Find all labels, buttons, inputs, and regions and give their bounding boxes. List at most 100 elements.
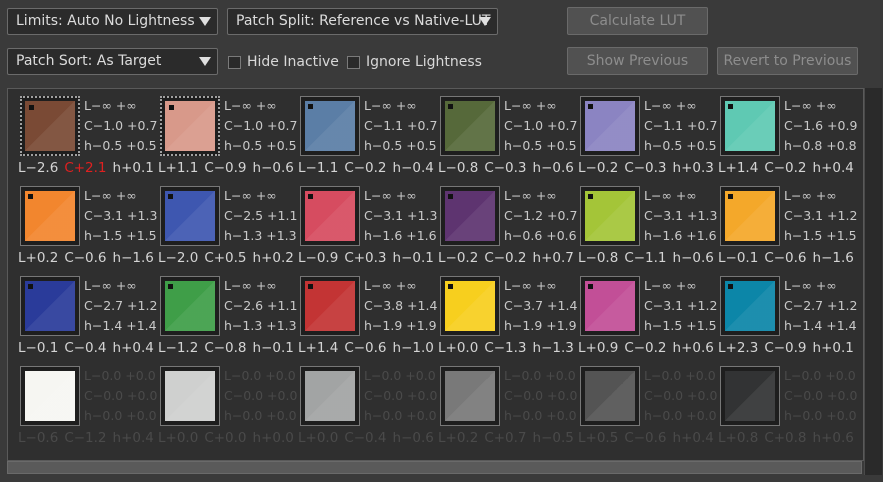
patch-swatch-frame[interactable]: [440, 96, 500, 156]
patch-delta-h: h−0.6: [392, 430, 434, 446]
patch-swatch-frame[interactable]: [580, 96, 640, 156]
patch-delta-row: L−0.2 C−0.3 h+0.3: [578, 160, 720, 176]
patch-cell[interactable]: L−0.0 +0.0 C−0.0 +0.0 h−0.0 +0.0 L+0.2 C+0.7…: [438, 366, 578, 454]
patch-limit-c: C−1.0 +0.7: [224, 118, 298, 133]
patch-split-dropdown-label: Patch Split: Reference vs Native-LUT: [236, 13, 491, 29]
patch-limit-l: L−0.0 +0.0: [644, 368, 716, 383]
patch-delta-l: L−0.6: [18, 430, 59, 446]
patch-cell[interactable]: L−∞ +∞ C−1.6 +0.9 h−0.8 +0.8 L+1.4 C−0.2 h+0.…: [718, 96, 858, 184]
patch-delta-h: h−0.5: [532, 430, 574, 446]
patch-marker-icon: [448, 104, 453, 109]
patch-cell[interactable]: L−∞ +∞ C−1.0 +0.7 h−0.5 +0.5 L−0.8 C−0.3 h−0.…: [438, 96, 578, 184]
patch-cell[interactable]: L−0.0 +0.0 C−0.0 +0.0 h−0.0 +0.0 L+0.5 C−0.6…: [578, 366, 718, 454]
patch-delta-row: L+1.1 C−0.9 h−0.6: [158, 160, 300, 176]
vertical-scrollbar[interactable]: [864, 88, 882, 475]
checkbox-box[interactable]: [228, 55, 241, 69]
patch-marker-icon: [588, 284, 593, 289]
patch-swatch-frame[interactable]: [440, 276, 500, 336]
show-previous-button[interactable]: Show Previous: [567, 47, 708, 75]
patch-swatch-frame[interactable]: [720, 96, 780, 156]
patch-sort-dropdown[interactable]: Patch Sort: As Target: [7, 48, 218, 75]
patch-cell[interactable]: L−∞ +∞ C−2.6 +1.1 h−1.3 +1.3 L−1.2 C−0.8 h−0.…: [158, 276, 298, 364]
patch-delta-h: h−0.6: [672, 250, 714, 266]
patch-cell[interactable]: L−∞ +∞ C−1.1 +0.7 h−0.5 +0.5 L−1.1 C−0.2 h−0.…: [298, 96, 438, 184]
patch-swatch-frame[interactable]: [20, 186, 80, 246]
calculate-lut-button[interactable]: Calculate LUT: [567, 7, 708, 35]
patch-limit-h: h−0.0 +0.0: [364, 408, 437, 423]
patch-delta-c: C−0.4: [64, 340, 107, 356]
patch-swatch-frame[interactable]: [440, 186, 500, 246]
patch-delta-row: L−0.8 C−0.3 h−0.6: [438, 160, 580, 176]
chevron-down-icon: [479, 17, 491, 26]
ignore-lightness-checkbox[interactable]: Ignore Lightness: [347, 54, 482, 70]
patch-limit-c: C−3.1 +1.2: [784, 208, 858, 223]
limits-dropdown[interactable]: Limits: Auto No Lightness: [7, 8, 218, 35]
patch-limit-l: L−∞ +∞: [84, 278, 137, 293]
patch-swatch-frame[interactable]: [720, 366, 780, 426]
patch-marker-icon: [29, 105, 34, 110]
patch-swatch-frame[interactable]: [160, 276, 220, 336]
patch-cell[interactable]: L−∞ +∞ C−3.1 +1.3 h−1.5 +1.5 L+0.2 C−0.6 h−1.…: [18, 186, 158, 274]
patch-delta-c: C+0.7: [484, 430, 527, 446]
patch-swatch-frame[interactable]: [720, 276, 780, 336]
patch-swatch-frame[interactable]: [300, 186, 360, 246]
patch-limit-l: L−∞ +∞: [504, 188, 557, 203]
patch-swatch-frame[interactable]: [300, 96, 360, 156]
checkbox-box[interactable]: [347, 55, 360, 69]
patch-swatch-frame[interactable]: [440, 366, 500, 426]
revert-to-previous-button[interactable]: Revert to Previous: [717, 47, 858, 75]
patch-swatch-frame[interactable]: [580, 366, 640, 426]
patch-cell[interactable]: L−∞ +∞ C−3.8 +1.4 h−1.9 +1.9 L+1.4 C−0.6 h−1.…: [298, 276, 438, 364]
patch-cell[interactable]: L−∞ +∞ C−1.1 +0.7 h−0.5 +0.5 L−0.2 C−0.3 h+0.…: [578, 96, 718, 184]
patch-cell[interactable]: L−0.0 +0.0 C−0.0 +0.0 h−0.0 +0.0 L−0.6 C−1.2…: [18, 366, 158, 454]
patch-cell[interactable]: L−0.0 +0.0 C−0.0 +0.0 h−0.0 +0.0 L+0.0 C+0.0…: [158, 366, 298, 454]
patch-cell[interactable]: L−∞ +∞ C−3.1 +1.3 h−1.6 +1.6 L−0.9 C+0.3 h−0.…: [298, 186, 438, 274]
patch-swatch-frame[interactable]: [580, 276, 640, 336]
patch-cell[interactable]: L−∞ +∞ C−2.7 +1.2 h−1.4 +1.4 L−0.1 C−0.4 h+0.…: [18, 276, 158, 364]
patch-cell[interactable]: L−∞ +∞ C−2.5 +1.1 h−1.3 +1.3 L−2.0 C+0.5 h+0.…: [158, 186, 298, 274]
patch-swatch-frame[interactable]: [160, 186, 220, 246]
patch-cell[interactable]: L−∞ +∞ C−3.1 +1.3 h−1.6 +1.6 L−0.8 C−1.1 h−0.…: [578, 186, 718, 274]
patch-swatch-frame[interactable]: [20, 96, 80, 156]
patch-swatch-frame[interactable]: [300, 276, 360, 336]
patch-swatch-frame[interactable]: [160, 96, 220, 156]
patch-swatch-frame[interactable]: [720, 186, 780, 246]
patch-limit-h: h−1.6 +1.6: [364, 228, 437, 243]
patch-split-dropdown[interactable]: Patch Split: Reference vs Native-LUT: [227, 8, 498, 35]
patch-delta-l: L−2.0: [158, 250, 199, 266]
horizontal-scrollbar[interactable]: [7, 461, 862, 474]
patch-grid-panel: L−∞ +∞ C−1.0 +0.7 h−0.5 +0.5 L−2.6 C+2.1 h+0.…: [7, 88, 864, 461]
patch-cell[interactable]: L−0.0 +0.0 C−0.0 +0.0 h−0.0 +0.0 L+0.8 C+0.8…: [718, 366, 858, 454]
patch-swatch-frame[interactable]: [20, 366, 80, 426]
patch-limit-l: L−∞ +∞: [644, 188, 697, 203]
patch-swatch: [305, 371, 355, 421]
patch-delta-l: L−1.1: [298, 160, 339, 176]
patch-limit-l: L−∞ +∞: [644, 98, 697, 113]
patch-limit-c: C−3.1 +1.3: [364, 208, 438, 223]
patch-cell[interactable]: L−∞ +∞ C−3.1 +1.2 h−1.5 +1.5 L−0.1 C−0.6 h−1.…: [718, 186, 858, 274]
patch-cell[interactable]: L−∞ +∞ C−1.0 +0.7 h−0.5 +0.5 L+1.1 C−0.9 h−0.…: [158, 96, 298, 184]
patch-delta-h: h−0.1: [392, 250, 434, 266]
patch-marker-icon: [169, 105, 174, 110]
hide-inactive-checkbox[interactable]: Hide Inactive: [228, 54, 339, 70]
patch-cell[interactable]: L−∞ +∞ C−2.7 +1.2 h−1.4 +1.4 L+2.3 C−0.9 h+0.…: [718, 276, 858, 364]
patch-swatch-frame[interactable]: [20, 276, 80, 336]
patch-cell[interactable]: L−∞ +∞ C−1.0 +0.7 h−0.5 +0.5 L−2.6 C+2.1 h+0.…: [18, 96, 158, 184]
patch-delta-row: L+0.0 C−0.4 h−0.6: [298, 430, 440, 446]
patch-limit-h: h−1.9 +1.9: [504, 318, 577, 333]
patch-swatch: [725, 371, 775, 421]
patch-swatch-frame[interactable]: [160, 366, 220, 426]
patch-swatch-frame[interactable]: [300, 366, 360, 426]
patch-delta-l: L+0.0: [298, 430, 339, 446]
patch-delta-l: L+0.0: [158, 430, 199, 446]
patch-delta-l: L+1.1: [158, 160, 199, 176]
patch-cell[interactable]: L−∞ +∞ C−3.1 +1.2 h−1.5 +1.5 L+0.9 C−0.2 h+0.…: [578, 276, 718, 364]
patch-cell[interactable]: L−∞ +∞ C−3.7 +1.4 h−1.9 +1.9 L+0.0 C−1.3 h−1.…: [438, 276, 578, 364]
patch-delta-c: C+2.1: [64, 160, 107, 176]
patch-limit-l: L−∞ +∞: [364, 188, 417, 203]
patch-limit-c: C−3.1 +1.3: [644, 208, 718, 223]
patch-cell[interactable]: L−0.0 +0.0 C−0.0 +0.0 h−0.0 +0.0 L+0.0 C−0.4…: [298, 366, 438, 454]
patch-swatch-frame[interactable]: [580, 186, 640, 246]
patch-cell[interactable]: L−∞ +∞ C−1.2 +0.7 h−0.6 +0.6 L−0.2 C−0.2 h+0.…: [438, 186, 578, 274]
patch-limit-l: L−0.0 +0.0: [504, 368, 576, 383]
